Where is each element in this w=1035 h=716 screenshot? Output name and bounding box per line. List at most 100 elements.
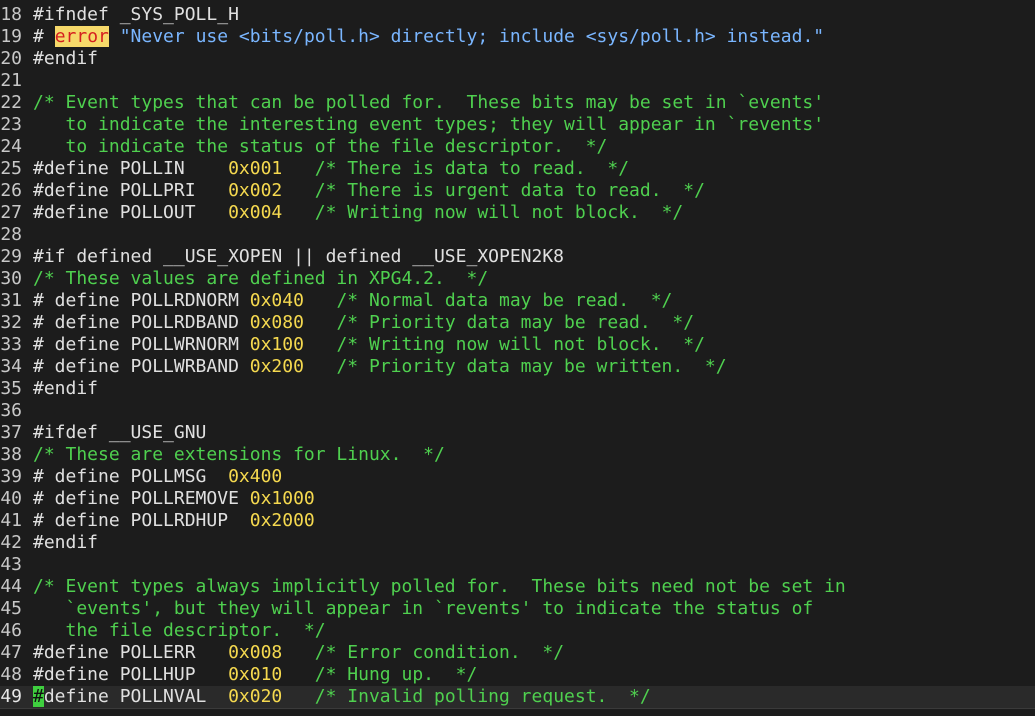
line-number: 48 <box>0 664 22 685</box>
code-line[interactable]: 26 #define POLLPRI 0x002 /* There is urge… <box>0 180 1035 202</box>
line-number: 23 <box>0 114 22 135</box>
number-token: 0x010 <box>228 664 283 685</box>
line-number: 24 <box>0 136 22 157</box>
code-line[interactable]: 32 # define POLLRDBAND 0x080 /* Priority … <box>0 312 1035 334</box>
code-text: /* These values are defined in XPG4.2. *… <box>22 268 488 290</box>
code-line[interactable]: 29 #if defined __USE_XOPEN || defined __U… <box>0 246 1035 268</box>
code-text: #endif <box>22 532 98 554</box>
line-number: 49 <box>0 686 22 707</box>
number-token: 0x002 <box>228 180 283 201</box>
code-line[interactable]: 18 #ifndef _SYS_POLL_H <box>0 4 1035 26</box>
text-cursor: # <box>33 686 44 707</box>
code-token: # define POLLREMOVE <box>33 488 250 509</box>
code-token: #endif <box>33 378 99 399</box>
code-line[interactable]: 46 the file descriptor. */ <box>0 620 1035 642</box>
code-text: `events', but they will appear in `reven… <box>22 598 814 620</box>
line-number: 20 <box>0 48 22 69</box>
code-text: # error "Never use <bits/poll.h> directl… <box>22 26 824 48</box>
code-text: to indicate the interesting event types;… <box>22 114 825 136</box>
code-text: #endif <box>22 48 98 70</box>
code-line[interactable]: 21 <box>0 70 1035 92</box>
code-line[interactable]: 43 <box>0 554 1035 576</box>
line-number: 31 <box>0 290 22 311</box>
code-text: the file descriptor. */ <box>22 620 326 642</box>
line-number: 28 <box>0 224 22 245</box>
code-line[interactable]: 25 #define POLLIN 0x001 /* There is data … <box>0 158 1035 180</box>
comment-token: /* These values are defined in XPG4.2. *… <box>33 268 489 289</box>
comment-token: /* Error condition. */ <box>314 642 565 663</box>
code-line[interactable]: 35 #endif <box>0 378 1035 400</box>
code-text: #ifndef _SYS_POLL_H <box>22 4 239 26</box>
code-line[interactable]: 24 to indicate the status of the file de… <box>0 136 1035 158</box>
code-line[interactable]: 41 # define POLLRDHUP 0x2000 <box>0 510 1035 532</box>
code-token: #define POLLIN <box>33 158 229 179</box>
code-line[interactable]: 39 # define POLLMSG 0x400 <box>0 466 1035 488</box>
code-line[interactable]: 37 #ifdef __USE_GNU <box>0 422 1035 444</box>
code-line[interactable]: 36 <box>0 400 1035 422</box>
code-text: to indicate the status of the file descr… <box>22 136 608 158</box>
code-line[interactable]: 33 # define POLLWRNORM 0x100 /* Writing n… <box>0 334 1035 356</box>
number-token: 0x1000 <box>249 488 315 509</box>
line-number: 44 <box>0 576 22 597</box>
number-token: 0x080 <box>249 312 304 333</box>
code-line[interactable]: 44 /* Event types always implicitly polle… <box>0 576 1035 598</box>
code-text: #define POLLHUP 0x010 /* Hung up. */ <box>22 664 477 686</box>
code-line[interactable]: 28 <box>0 224 1035 246</box>
comment-token: /* There is urgent data to read. */ <box>314 180 705 201</box>
line-number: 43 <box>0 554 22 575</box>
number-token: 0x400 <box>228 466 283 487</box>
code-text: # define POLLMSG 0x400 <box>22 466 282 488</box>
code-line[interactable]: 20 #endif <box>0 48 1035 70</box>
code-line[interactable]: 30 /* These values are defined in XPG4.2.… <box>0 268 1035 290</box>
number-token: 0x100 <box>249 334 304 355</box>
code-line[interactable]: 31 # define POLLRDNORM 0x040 /* Normal da… <box>0 290 1035 312</box>
error-keyword: error <box>54 26 109 47</box>
code-line[interactable]: 45 `events', but they will appear in `re… <box>0 598 1035 620</box>
comment-token: /* Event types that can be polled for. T… <box>33 92 825 113</box>
code-token: # define POLLWRNORM <box>33 334 250 355</box>
code-line[interactable]: 34 # define POLLWRBAND 0x200 /* Priority … <box>0 356 1035 378</box>
code-line[interactable]: 48 #define POLLHUP 0x010 /* Hung up. */ <box>0 664 1035 686</box>
line-number: 27 <box>0 202 22 223</box>
code-editor[interactable]: 18 #ifndef _SYS_POLL_H 19 # error "Never us… <box>0 4 1035 709</box>
line-number: 37 <box>0 422 22 443</box>
line-number: 22 <box>0 92 22 113</box>
code-token: #define POLLPRI <box>33 180 229 201</box>
code-text: /* These are extensions for Linux. */ <box>22 444 445 466</box>
number-token: 0x004 <box>228 202 283 223</box>
number-token: 0x001 <box>228 158 283 179</box>
code-line[interactable]: 27 #define POLLOUT 0x004 /* Writing now w… <box>0 202 1035 224</box>
line-number: 21 <box>0 70 22 91</box>
code-line[interactable]: 19 # error "Never use <bits/poll.h> direc… <box>0 26 1035 48</box>
code-token: # <box>33 26 55 47</box>
line-number: 18 <box>0 4 22 25</box>
line-number: 39 <box>0 466 22 487</box>
code-line[interactable]: 22 /* Event types that can be polled for.… <box>0 92 1035 114</box>
comment-token: /* There is data to read. */ <box>314 158 630 179</box>
line-number: 30 <box>0 268 22 289</box>
line-number: 34 <box>0 356 22 377</box>
code-line[interactable]: 38 /* These are extensions for Linux. */ <box>0 444 1035 466</box>
line-number: 45 <box>0 598 22 619</box>
code-token: # define POLLRDHUP <box>33 510 250 531</box>
code-line[interactable]: 40 # define POLLREMOVE 0x1000 <box>0 488 1035 510</box>
code-text: # define POLLRDNORM 0x040 /* Normal data… <box>22 290 672 312</box>
code-line[interactable]: 23 to indicate the interesting event typ… <box>0 114 1035 136</box>
number-token: 0x008 <box>228 642 283 663</box>
comment-token: to indicate the status of the file descr… <box>33 136 608 157</box>
code-text: #define POLLIN 0x001 /* There is data to… <box>22 158 629 180</box>
code-line[interactable]: 47 #define POLLERR 0x008 /* Error conditi… <box>0 642 1035 664</box>
comment-token: `events', but they will appear in `reven… <box>33 598 814 619</box>
code-token: #endif <box>33 532 99 553</box>
code-text: #define POLLNVAL 0x020 /* Invalid pollin… <box>22 686 651 708</box>
code-line[interactable]: 49 #define POLLNVAL 0x020 /* Invalid poll… <box>0 686 1035 709</box>
code-line[interactable]: 42 #endif <box>0 532 1035 554</box>
code-token: #ifndef _SYS_POLL_H <box>33 4 239 25</box>
